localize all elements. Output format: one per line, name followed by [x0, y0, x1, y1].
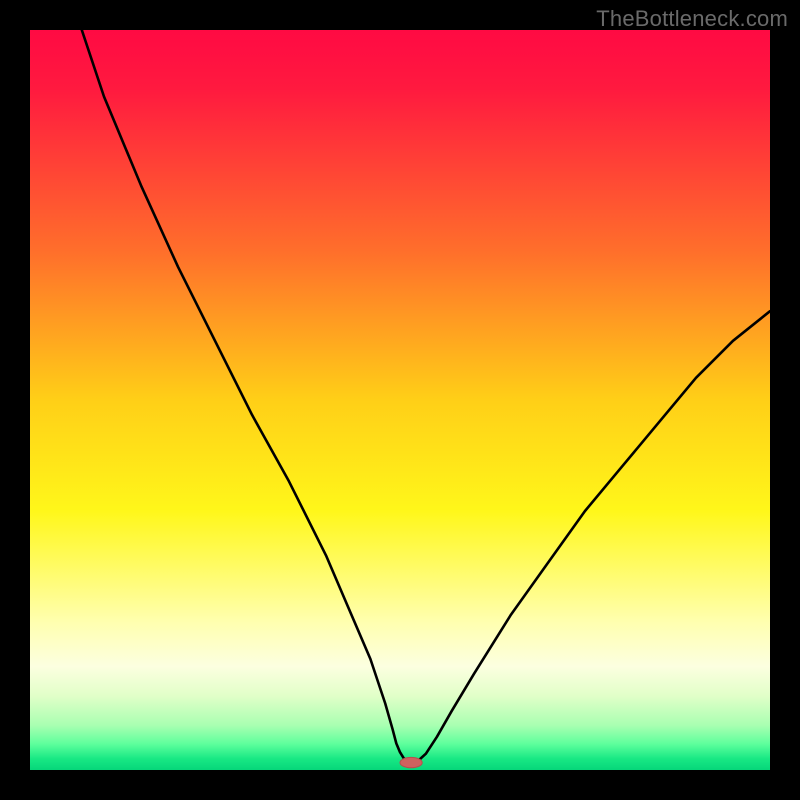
bottleneck-chart — [30, 30, 770, 770]
optimal-marker — [400, 757, 422, 767]
watermark-text: TheBottleneck.com — [596, 6, 788, 32]
chart-frame: TheBottleneck.com — [0, 0, 800, 800]
chart-background — [30, 30, 770, 770]
